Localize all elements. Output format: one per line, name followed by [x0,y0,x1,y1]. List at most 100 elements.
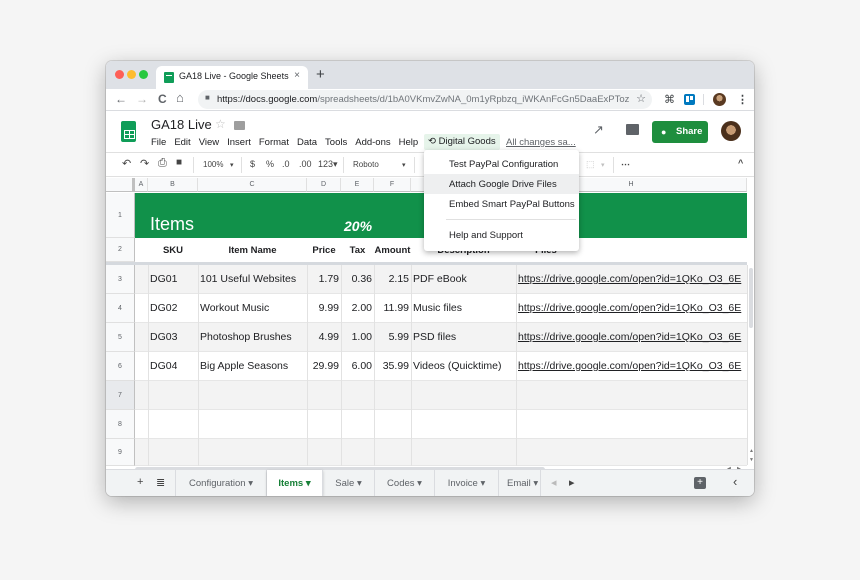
row-header-1[interactable]: 1 [106,193,135,238]
menu-view[interactable]: View [195,137,223,148]
chevron-down-icon[interactable]: ▾ [306,478,311,489]
cell-amount[interactable]: 11.99 [374,302,410,314]
close-window-button[interactable] [115,70,124,79]
cell-price[interactable]: 1.79 [307,273,339,285]
cell-item-name[interactable]: Big Apple Seasons [200,360,288,372]
chevron-down-icon[interactable]: ▾ [357,478,362,489]
font-select[interactable]: Roboto [353,160,379,169]
menu-data[interactable]: Data [293,137,321,148]
folder-icon[interactable] [234,121,245,130]
sheet-tab-email[interactable]: Email ▾ [499,470,541,496]
trello-extension-icon[interactable] [684,94,695,105]
cell-amount[interactable]: 35.99 [374,360,409,372]
cell-price[interactable]: 29.99 [307,360,339,372]
all-sheets-list-icon[interactable]: ≣ [156,476,165,489]
cell-description[interactable]: PSD files [413,331,456,343]
column-header-d[interactable]: D [307,178,341,192]
menu-item-attach-drive-files[interactable]: Attach Google Drive Files [424,174,579,194]
cell-amount[interactable]: 5.99 [374,331,409,343]
column-header-a[interactable]: A [135,178,148,192]
menu-item-embed-paypal-buttons[interactable]: Embed Smart PayPal Buttons [424,194,579,214]
row-header-8[interactable]: 8 [106,410,135,439]
column-header-e[interactable]: E [341,178,374,192]
sheet-tab-items[interactable]: Items ▾ [267,470,323,496]
close-tab-icon[interactable]: × [294,70,300,81]
sheet-tab-sale[interactable]: Sale ▾ [323,470,375,496]
row-header-9[interactable]: 9 [106,439,135,466]
menu-digital-goods[interactable]: ⟲ Digital Goods [424,134,500,150]
maximize-window-button[interactable] [139,70,148,79]
cell-tax[interactable]: 0.36 [341,273,372,285]
collapse-toolbar-icon[interactable]: ^ [738,158,743,168]
url-text[interactable]: https://docs.google.com/spreadsheets/d/1… [217,94,629,105]
browser-menu-icon[interactable]: ⋮ [737,93,748,106]
cell-item-name[interactable]: 101 Useful Websites [200,273,296,285]
cell-item-name[interactable]: Photoshop Brushes [200,331,292,343]
more-options-icon[interactable]: ⋯ [621,159,630,170]
menu-tools[interactable]: Tools [321,137,351,148]
menu-insert[interactable]: Insert [223,137,255,148]
more-formats-button[interactable]: 123▾ [318,159,338,170]
row-header-4[interactable]: 4 [106,294,135,323]
cell-description[interactable]: PDF eBook [413,273,467,285]
cell-description[interactable]: Music files [413,302,462,314]
column-header-c[interactable]: C [198,178,307,192]
cell-file-link[interactable]: https://drive.google.com/open?id=1QKo_O3… [518,302,746,314]
new-tab-button[interactable]: + [316,66,325,83]
percent-format-button[interactable]: % [266,159,274,169]
chevron-down-icon[interactable]: ▾ [480,478,485,489]
row-header-5[interactable]: 5 [106,323,135,352]
cell-amount[interactable]: 2.15 [374,273,409,285]
print-icon[interactable]: ⎙ [158,157,167,170]
explore-icon[interactable]: + [694,477,706,489]
lock-extension-icon[interactable]: ⌘ [664,93,675,106]
header-sku[interactable]: SKU [148,245,198,256]
add-sheet-button[interactable]: + [137,476,143,488]
user-avatar[interactable] [721,121,741,141]
cell-sku[interactable]: DG03 [150,331,177,343]
redo-icon[interactable]: ↷ [140,157,149,170]
decrease-decimal-button[interactable]: .0 [282,159,290,169]
vertical-scroll-thumb[interactable] [749,268,753,328]
menu-help[interactable]: Help [395,137,423,148]
scroll-down-arrow-icon[interactable]: ▼ [749,457,754,463]
profile-avatar[interactable] [713,93,726,106]
save-status-link[interactable]: All changes sa... [506,137,576,148]
row-header-7[interactable]: 7 [106,381,135,410]
scroll-tabs-left-icon[interactable]: ◂ [551,476,557,489]
home-icon[interactable]: ⌂ [176,90,184,105]
chevron-down-icon[interactable]: ▾ [533,478,538,489]
star-icon[interactable]: ☆ [215,117,226,131]
currency-format-button[interactable]: $ [250,159,255,169]
tax-rate-cell[interactable]: 20% [344,218,372,234]
menu-item-test-paypal[interactable]: Test PayPal Configuration [424,154,579,174]
cell-file-link[interactable]: https://drive.google.com/open?id=1QKo_O3… [518,360,746,372]
comments-icon[interactable] [626,124,639,135]
header-tax[interactable]: Tax [341,245,374,256]
side-panel-toggle-icon[interactable]: ‹ [733,474,737,489]
menu-file[interactable]: File [151,137,170,148]
zoom-chevron-icon[interactable]: ▾ [230,161,234,169]
menu-item-help-support[interactable]: Help and Support [424,225,579,245]
row-header-2[interactable]: 2 [106,238,135,262]
menu-format[interactable]: Format [255,137,293,148]
chevron-down-icon[interactable]: ▾ [417,478,422,489]
undo-icon[interactable]: ↶ [122,157,131,170]
cell-item-name[interactable]: Workout Music [200,302,269,314]
cell-file-link[interactable]: https://drive.google.com/open?id=1QKo_O3… [518,331,746,343]
minimize-window-button[interactable] [127,70,136,79]
document-title[interactable]: GA18 Live [151,117,212,132]
cell-sku[interactable]: DG04 [150,360,177,372]
address-bar[interactable]: ■ https://docs.google.com/spreadsheets/d… [198,90,652,109]
cell-tax[interactable]: 1.00 [341,331,372,343]
paint-format-icon[interactable]: ■ [176,157,182,168]
cell-sku[interactable]: DG02 [150,302,177,314]
sheet-tab-configuration[interactable]: Configuration ▾ [175,470,267,496]
select-all-corner[interactable] [106,178,135,192]
activity-trend-icon[interactable]: ↗ [593,122,604,138]
forward-arrow-icon[interactable]: → [136,92,148,106]
row-header-3[interactable]: 3 [106,265,135,294]
scroll-up-arrow-icon[interactable]: ▲ [749,448,754,454]
menu-edit[interactable]: Edit [170,137,194,148]
bookmark-star-icon[interactable]: ☆ [636,92,646,105]
